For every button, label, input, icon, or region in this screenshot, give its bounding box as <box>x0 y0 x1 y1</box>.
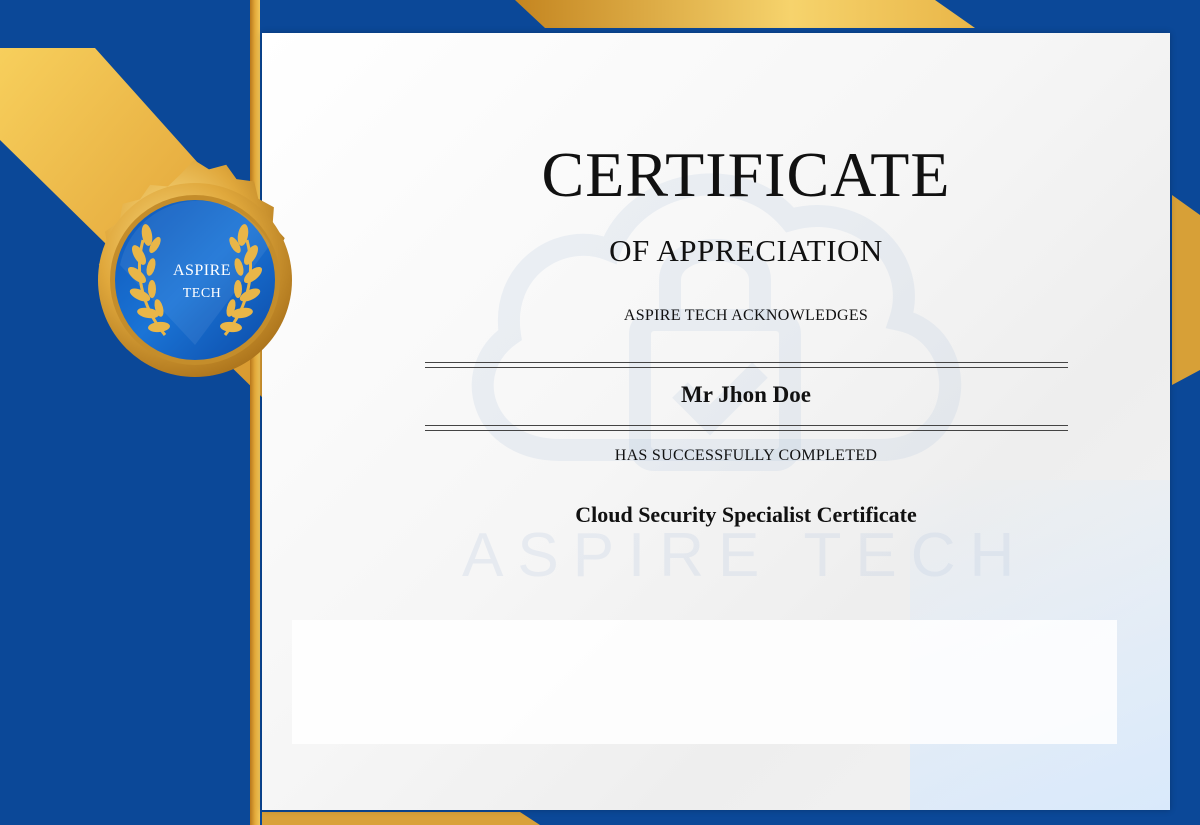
recipient-name: Mr Jhon Doe <box>681 382 811 407</box>
completion-text: HAS SUCCESSFULLY COMPLETED <box>614 447 878 464</box>
course-name: Cloud Security Specialist Certificate <box>575 502 917 527</box>
seal-badge <box>98 160 292 377</box>
name-divider-bottom <box>425 425 1068 431</box>
certificate-subtitle: OF APPRECIATION <box>609 233 883 268</box>
signature-panel <box>292 620 1117 744</box>
name-divider-top <box>425 362 1068 368</box>
certificate-title: CERTIFICATE <box>541 139 951 210</box>
seal-text-line2: TECH <box>182 286 222 301</box>
watermark-text: ASPIRE TECH <box>462 521 1029 590</box>
acknowledgement-text: ASPIRE TECH ACKNOWLEDGES <box>623 307 869 324</box>
certificate: ASPIRE TECH CERTIFICATE OF APPRECIATION … <box>0 0 1200 825</box>
seal-text-line1: ASPIRE <box>172 262 232 279</box>
